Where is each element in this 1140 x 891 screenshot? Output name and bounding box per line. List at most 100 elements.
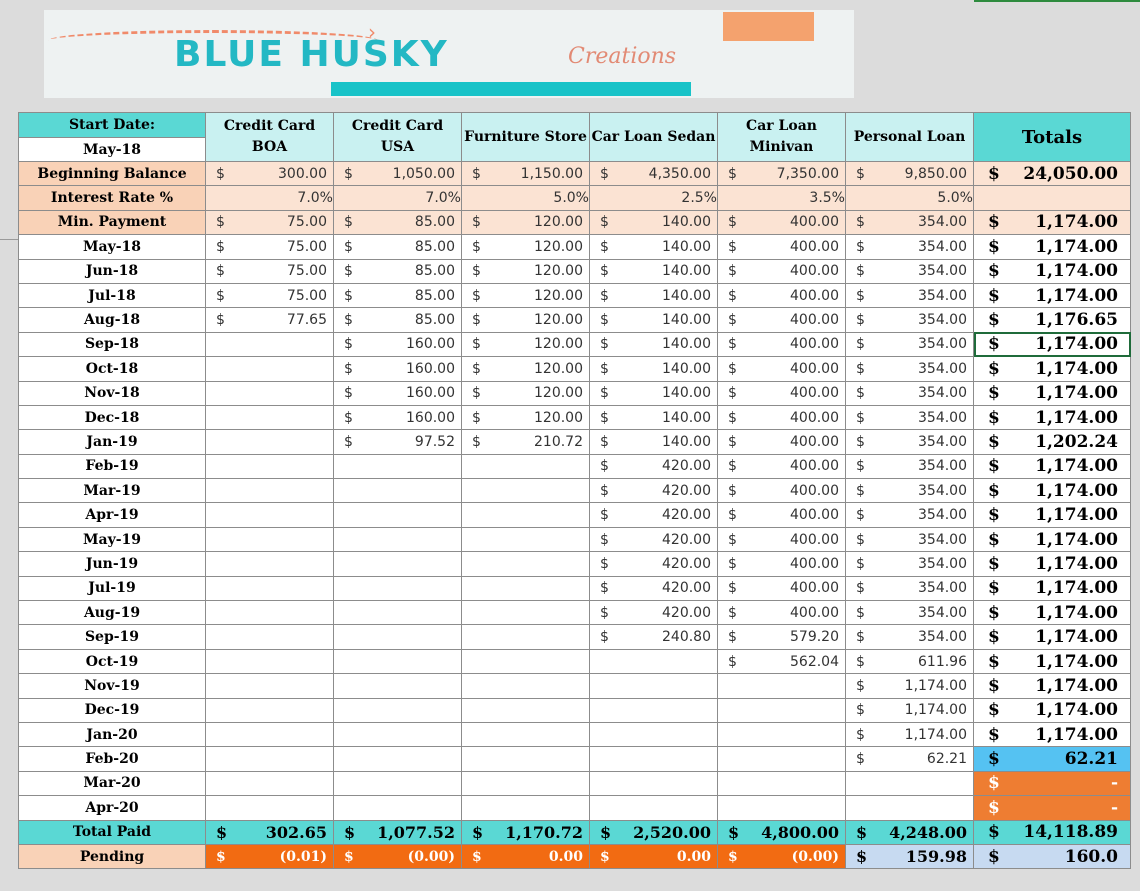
beginning-balance-cell[interactable]: $1,150.00 (461, 160, 590, 187)
payment-cell[interactable]: $354.00 (845, 356, 974, 382)
payment-cell[interactable] (717, 673, 846, 699)
payment-cell[interactable] (333, 600, 462, 626)
payment-cell[interactable]: $354.00 (845, 575, 974, 602)
interest-rate-cell[interactable]: 7.0% (205, 185, 334, 211)
payment-cell[interactable]: $140.00 (589, 234, 718, 260)
month-label[interactable]: Sep-19 (18, 624, 206, 650)
payment-cell[interactable] (589, 746, 718, 772)
payment-cell[interactable]: $140.00 (589, 380, 718, 406)
payment-cell[interactable]: $120.00 (461, 258, 590, 284)
beginning-balance-cell[interactable]: $4,350.00 (589, 160, 718, 187)
payment-cell[interactable] (205, 648, 334, 675)
beginning-balance-cell[interactable]: $300.00 (205, 160, 334, 187)
month-total[interactable]: $1,174.00 (973, 551, 1131, 577)
payment-cell[interactable]: $400.00 (717, 478, 846, 504)
payment-cell[interactable]: $240.80 (589, 624, 718, 650)
payment-cell[interactable] (461, 526, 590, 553)
payment-cell[interactable]: $400.00 (717, 258, 846, 284)
interest-rate-cell[interactable]: 5.0% (461, 185, 590, 211)
month-total[interactable]: $1,174.00 (973, 478, 1131, 504)
pending-cell[interactable]: $ (0.00) (333, 843, 462, 870)
month-label[interactable]: Aug-18 (18, 307, 206, 333)
total-paid-total[interactable]: $14,118.89 (973, 819, 1131, 845)
month-label[interactable]: Jan-19 (18, 429, 206, 455)
payment-cell[interactable]: $354.00 (845, 551, 974, 577)
payment-cell[interactable]: $400.00 (717, 600, 846, 626)
payment-cell[interactable]: $140.00 (589, 429, 718, 455)
payment-cell[interactable]: $140.00 (589, 307, 718, 333)
payment-cell[interactable] (589, 770, 718, 797)
month-total[interactable]: $1,174.00 (973, 575, 1131, 602)
min-payment-cell[interactable]: $354.00 (845, 209, 974, 236)
payment-cell[interactable]: $400.00 (717, 331, 846, 358)
payment-cell[interactable] (717, 770, 846, 797)
payment-cell[interactable]: $120.00 (461, 234, 590, 260)
payment-cell[interactable]: $120.00 (461, 404, 590, 431)
payment-cell[interactable]: $1,174.00 (845, 721, 974, 748)
column-header[interactable]: Car Loan Sedan (589, 112, 718, 162)
payment-cell[interactable]: $75.00 (205, 258, 334, 284)
payment-cell[interactable]: $120.00 (461, 380, 590, 406)
column-header[interactable]: Furniture Store (461, 112, 590, 162)
month-label[interactable]: Nov-18 (18, 380, 206, 406)
month-label[interactable]: Sep-18 (18, 331, 206, 358)
payment-cell[interactable]: $579.20 (717, 624, 846, 650)
payment-cell[interactable]: $400.00 (717, 575, 846, 602)
month-label[interactable]: Nov-19 (18, 673, 206, 699)
payment-cell[interactable] (845, 795, 974, 821)
payment-cell[interactable] (461, 697, 590, 723)
payment-cell[interactable] (333, 502, 462, 528)
payment-cell[interactable] (333, 478, 462, 504)
payment-cell[interactable] (205, 770, 334, 797)
interest-rate-cell[interactable]: 5.0% (845, 185, 974, 211)
payment-cell[interactable] (461, 575, 590, 602)
column-header[interactable]: Personal Loan (845, 112, 974, 162)
payment-cell[interactable]: $400.00 (717, 551, 846, 577)
beginning-balance-cell[interactable]: $9,850.00 (845, 160, 974, 187)
payment-cell[interactable]: $120.00 (461, 307, 590, 333)
month-label[interactable]: May-18 (18, 234, 206, 260)
payment-cell[interactable]: $1,174.00 (845, 697, 974, 723)
payment-cell[interactable]: $160.00 (333, 404, 462, 431)
pending-cell[interactable]: $ (0.00) (717, 843, 846, 870)
payment-cell[interactable] (205, 356, 334, 382)
payment-cell[interactable]: $420.00 (589, 575, 718, 602)
payment-cell[interactable]: $75.00 (205, 234, 334, 260)
payment-cell[interactable]: $354.00 (845, 600, 974, 626)
payment-cell[interactable] (589, 795, 718, 821)
payment-cell[interactable] (205, 478, 334, 504)
month-label[interactable]: Jan-20 (18, 721, 206, 748)
payment-cell[interactable] (461, 770, 590, 797)
payment-cell[interactable]: $354.00 (845, 258, 974, 284)
month-total[interactable]: $1,174.00 (973, 453, 1131, 480)
payment-cell[interactable] (461, 673, 590, 699)
payment-cell[interactable] (333, 697, 462, 723)
interest-rate-cell[interactable]: 2.5% (589, 185, 718, 211)
payment-cell[interactable] (845, 770, 974, 797)
month-total[interactable]: $1,174.00 (973, 234, 1131, 260)
payment-cell[interactable] (205, 673, 334, 699)
min-payment-total[interactable]: $1,174.00 (973, 209, 1131, 236)
month-total[interactable]: $ - (973, 770, 1131, 797)
interest-rate-cell[interactable]: 3.5% (717, 185, 846, 211)
payment-cell[interactable]: $77.65 (205, 307, 334, 333)
payment-cell[interactable] (205, 575, 334, 602)
month-label[interactable]: May-19 (18, 526, 206, 553)
payment-cell[interactable] (333, 721, 462, 748)
payment-cell[interactable] (205, 453, 334, 480)
payment-cell[interactable]: $354.00 (845, 453, 974, 480)
min-payment-cell[interactable]: $75.00 (205, 209, 334, 236)
payment-cell[interactable] (461, 453, 590, 480)
payment-cell[interactable]: $62.21 (845, 746, 974, 772)
payment-cell[interactable] (205, 429, 334, 455)
month-total[interactable]: $1,174.00 (973, 356, 1131, 382)
total-paid-cell[interactable]: $4,248.00 (845, 819, 974, 845)
payment-cell[interactable]: $400.00 (717, 429, 846, 455)
total-paid-cell[interactable]: $4,800.00 (717, 819, 846, 845)
payment-cell[interactable]: $420.00 (589, 453, 718, 480)
month-label[interactable]: Jun-19 (18, 551, 206, 577)
total-paid-cell[interactable]: $2,520.00 (589, 819, 718, 845)
payment-cell[interactable] (205, 551, 334, 577)
month-total[interactable]: $1,174.00 (973, 600, 1131, 626)
start-date-value[interactable]: May-18 (18, 137, 206, 162)
